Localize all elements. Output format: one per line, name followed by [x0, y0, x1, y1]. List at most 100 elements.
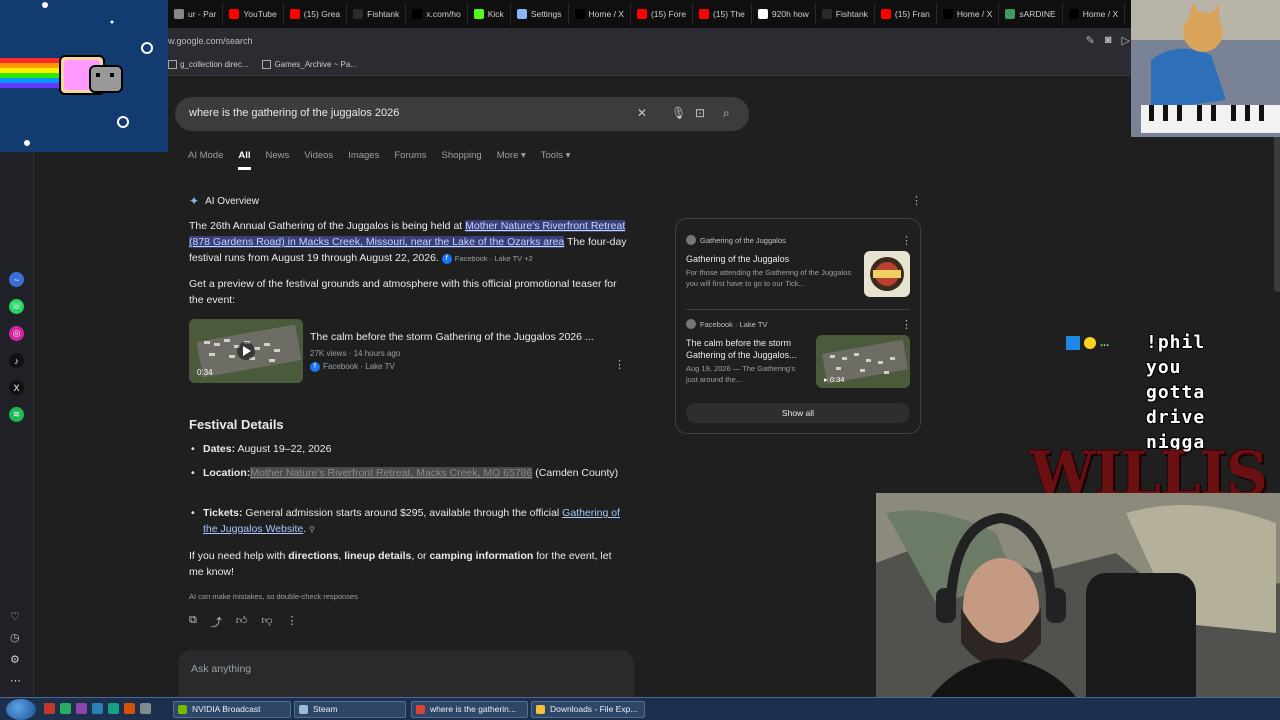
video-duration: 0:34 — [197, 368, 213, 377]
browser-tab[interactable]: 920h how — [752, 3, 816, 25]
bookmark-item[interactable]: Games_Archive ~ Pa... — [262, 60, 357, 70]
history-icon[interactable]: ◷ — [10, 631, 20, 644]
thumbs-down-icon[interactable]: 👎︎ — [261, 614, 272, 630]
folder-icon — [168, 60, 177, 70]
x-icon[interactable]: X — [9, 380, 24, 395]
search-icon[interactable]: ⌕ — [723, 106, 730, 121]
spotify-icon[interactable]: ≋ — [9, 407, 24, 422]
settings-icon[interactable]: ⚙ — [10, 653, 20, 666]
location-link[interactable]: Mother Nature's Riverfront Retreat, Mack… — [250, 467, 533, 479]
show-all-button[interactable]: Show all — [686, 403, 910, 423]
browser-tab[interactable]: Fishtank — [347, 3, 407, 25]
search-tab[interactable]: Images — [348, 150, 379, 170]
tab-favicon-icon — [516, 9, 527, 19]
browser-tab[interactable]: Home / X — [1063, 3, 1126, 25]
instagram-icon[interactable]: ◎ — [9, 326, 24, 341]
taskbar-browser[interactable]: where is the gatherin... — [411, 701, 528, 718]
tab-favicon-icon — [473, 9, 484, 19]
start-button[interactable] — [6, 699, 36, 720]
video-thumbnail[interactable]: ▸ 0:34 — [816, 335, 910, 388]
source-chip[interactable]: f Facebook · Lake TV +2 — [441, 254, 533, 265]
taskbar-file-explorer[interactable]: Downloads - File Exp... — [531, 701, 645, 718]
bookmark-item[interactable]: g_collection direc... — [168, 60, 248, 70]
edit-icon[interactable]: ✎ — [1086, 34, 1095, 47]
tab-favicon-icon — [1005, 9, 1016, 19]
search-box[interactable]: where is the gathering of the juggalos 2… — [175, 97, 749, 131]
browser-tab[interactable]: x.com/ho — [406, 3, 468, 25]
search-tab[interactable]: All — [238, 150, 251, 170]
browser-tab[interactable]: sARDINE — [999, 3, 1063, 25]
search-tab[interactable]: News — [266, 150, 290, 170]
browser-tab[interactable]: (15) Fran — [875, 3, 937, 25]
bold-text: directions — [288, 550, 339, 562]
ai-paragraph-1: The 26th Annual Gathering of the Juggalo… — [189, 218, 629, 267]
search-tab[interactable]: Forums — [394, 150, 426, 170]
taskbar-steam[interactable]: Steam — [294, 701, 406, 718]
source-title[interactable]: The calm before the storm Gathering of t… — [686, 337, 806, 361]
taskbar-nvidia-broadcast[interactable]: NVIDIA Broadcast — [173, 701, 291, 718]
app-icon[interactable] — [76, 703, 87, 714]
app-icon[interactable] — [60, 703, 71, 714]
source-menu-icon[interactable]: ⋮ — [901, 318, 912, 331]
address-bar[interactable]: w.google.com/search ✎ ◙ ▷ — [0, 28, 1280, 54]
clear-icon[interactable]: ✕ — [637, 106, 647, 120]
search-tab[interactable]: AI Mode — [188, 150, 223, 170]
more-icon[interactable]: ⋯ — [10, 674, 21, 687]
browser-tab[interactable]: Kick — [468, 3, 511, 25]
heart-icon[interactable]: ♡ — [10, 610, 20, 623]
browser-tab[interactable]: (15) Fore — [631, 3, 693, 25]
browser-tab[interactable]: Home / X — [937, 3, 1000, 25]
app-icon[interactable] — [44, 703, 55, 714]
browser-tab[interactable]: ur - Par — [168, 3, 224, 25]
microphone-icon[interactable]: 🎙︎ — [671, 106, 686, 120]
search-tab[interactable]: Shopping — [442, 150, 482, 170]
app-icon[interactable] — [140, 703, 151, 714]
tiktok-icon[interactable]: ♪ — [9, 353, 24, 368]
browser-tab[interactable]: Settings — [511, 3, 569, 25]
search-tab[interactable]: Videos — [304, 150, 333, 170]
link-icon[interactable]: ⚲ — [309, 525, 315, 534]
thumbs-up-icon[interactable]: 👍︎ — [236, 614, 248, 630]
chat-line: drive — [1146, 407, 1206, 428]
source-title[interactable]: Gathering of the Juggalos — [686, 253, 856, 265]
browser-tab[interactable]: Fishtank — [816, 3, 875, 25]
search-tab[interactable]: More ▾ — [497, 150, 526, 170]
share-icon[interactable]: ⤴ — [211, 614, 222, 630]
search-input[interactable]: where is the gathering of the juggalos 2… — [189, 107, 399, 119]
browser-tab[interactable]: (15) The — [693, 3, 752, 25]
messenger-icon[interactable]: ~ — [9, 272, 24, 287]
taskbar-label: Downloads - File Exp... — [550, 704, 638, 714]
search-tab[interactable]: Tools ▾ — [541, 150, 571, 170]
juggalo-logo-image[interactable] — [864, 251, 910, 297]
lens-icon[interactable]: ⊡ — [695, 106, 705, 120]
ask-input-placeholder[interactable]: Ask anything — [191, 663, 251, 675]
browser-tab[interactable]: Home / X — [569, 3, 631, 25]
camera-icon[interactable]: ◙ — [1105, 34, 1112, 47]
video-title[interactable]: The calm before the storm Gathering of t… — [310, 331, 594, 343]
ai-overview-menu-icon[interactable]: ⋮ — [911, 194, 922, 207]
location-label: Location: — [203, 467, 251, 479]
browser-tab[interactable]: (15) Grea — [284, 3, 348, 25]
tab-favicon-icon — [757, 9, 768, 19]
taskbar-label: Steam — [313, 704, 338, 714]
help-paragraph: If you need help with directions, lineup… — [189, 548, 629, 580]
dates-value: August 19–22, 2026 — [235, 443, 332, 455]
video-result[interactable]: 0:34 The calm before the storm Gathering… — [189, 319, 629, 383]
more-options-icon[interactable]: ⋮ — [287, 614, 298, 630]
source-menu-icon[interactable]: ⋮ — [901, 234, 912, 247]
play-icon[interactable]: ▷ — [1122, 34, 1130, 47]
card-divider — [686, 309, 910, 310]
tab-favicon-icon — [289, 9, 300, 19]
video-thumbnail[interactable]: 0:34 — [189, 319, 303, 383]
browser-tab[interactable]: YouTube — [223, 3, 284, 25]
whatsapp-icon[interactable]: ☏ — [9, 299, 24, 314]
app-icon[interactable] — [124, 703, 135, 714]
url-text[interactable]: w.google.com/search — [168, 36, 253, 46]
ask-anything-box[interactable]: Ask anything — [178, 650, 634, 700]
video-menu-icon[interactable]: ⋮ — [614, 358, 625, 371]
page-scrollbar[interactable] — [1274, 132, 1280, 292]
app-icon[interactable] — [92, 703, 103, 714]
copy-icon[interactable]: ⧉ — [189, 614, 197, 630]
browser-tab-bar: ur - Par YouTube (15) Grea Fishtank x.com/ho… — [0, 0, 1280, 28]
app-icon[interactable] — [108, 703, 119, 714]
